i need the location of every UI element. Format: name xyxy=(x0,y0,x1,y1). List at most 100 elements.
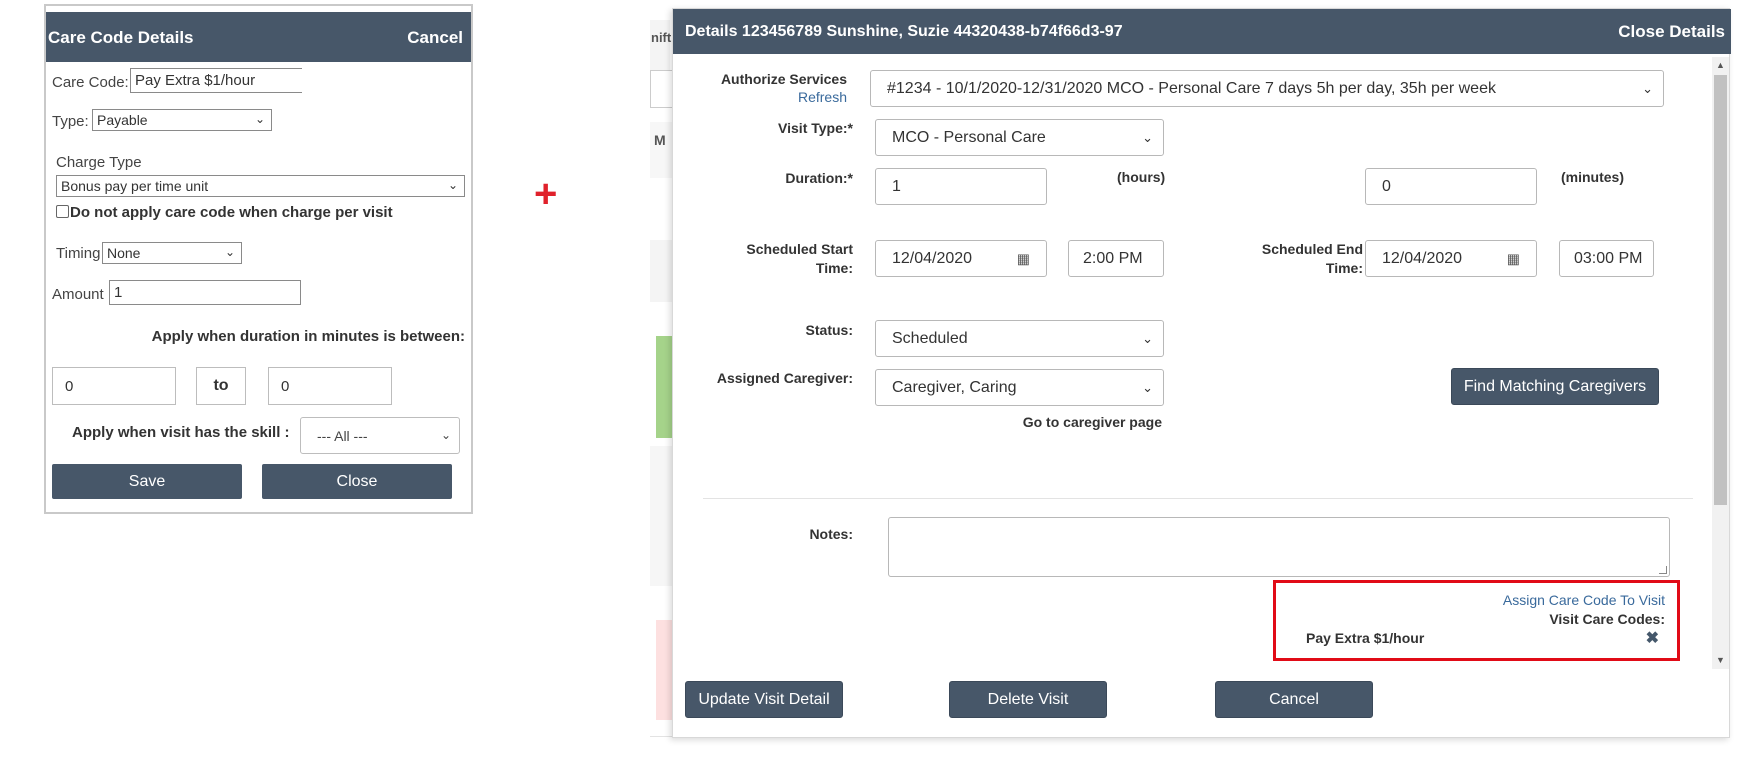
modal-scrollbar[interactable]: ▲ ▼ xyxy=(1712,57,1729,669)
refresh-link[interactable]: Refresh xyxy=(798,89,847,105)
timing-select[interactable]: None ⌄ xyxy=(102,242,242,264)
bg-row-fragment xyxy=(650,240,672,302)
max-duration-input[interactable]: 0 xyxy=(268,367,392,405)
charge-type-select[interactable]: Bonus pay per time unit ⌄ xyxy=(56,175,465,197)
visit-details-modal: Details 123456789 Sunshine, Suzie 443204… xyxy=(672,8,1731,738)
bg-text-fragment-2: M xyxy=(654,132,666,148)
bg-header-fragment: M xyxy=(650,122,672,178)
duration-minutes-input[interactable]: 0 xyxy=(1365,168,1537,205)
scheduled-end-label: Scheduled End Time: xyxy=(1261,241,1363,276)
calendar-icon[interactable]: ▦ xyxy=(1507,250,1520,267)
bg-input-fragment xyxy=(650,70,672,108)
chevron-down-icon: ⌄ xyxy=(440,428,451,442)
bg-green-bar xyxy=(656,336,672,438)
timing-value: None xyxy=(107,245,141,261)
close-details-button[interactable]: Close Details xyxy=(1618,22,1725,42)
chevron-down-icon: ⌄ xyxy=(224,245,235,259)
save-button[interactable]: Save xyxy=(52,464,242,499)
care-code-label: Care Code: xyxy=(52,74,129,91)
resize-grip-icon[interactable] xyxy=(1659,566,1667,574)
to-label: to xyxy=(196,367,246,405)
chevron-down-icon: ⌄ xyxy=(1642,80,1653,96)
care-code-cancel-button[interactable]: Cancel xyxy=(407,28,463,48)
visit-care-codes-highlight: Assign Care Code To Visit Visit Care Cod… xyxy=(1273,580,1680,661)
scroll-thumb[interactable] xyxy=(1714,75,1727,505)
duration-minutes-value: 0 xyxy=(1382,177,1391,195)
bg-tab-fragment: nift xyxy=(650,20,672,70)
end-time-input[interactable]: 03:00 PM xyxy=(1559,240,1654,277)
section-divider xyxy=(703,498,1693,499)
amount-label: Amount xyxy=(52,286,104,303)
type-select-value: Payable xyxy=(97,112,148,128)
no-apply-checkbox[interactable] xyxy=(56,205,69,218)
visit-type-label: Visit Type:* xyxy=(778,120,853,136)
chevron-down-icon: ⌄ xyxy=(1142,129,1153,145)
care-code-title: Care Code Details xyxy=(48,28,194,47)
skill-select[interactable]: --- All --- ⌄ xyxy=(300,417,460,454)
duration-hours-value: 1 xyxy=(892,177,901,195)
visit-type-select[interactable]: MCO - Personal Care ⌄ xyxy=(875,119,1164,156)
plus-sign: + xyxy=(534,172,558,216)
status-select[interactable]: Scheduled ⌄ xyxy=(875,320,1164,357)
care-code-input[interactable]: Pay Extra $1/hour xyxy=(130,68,302,93)
end-date-value: 12/04/2020 xyxy=(1382,249,1463,267)
timing-label: Timing xyxy=(56,245,101,262)
no-apply-label: Do not apply care code when charge per v… xyxy=(70,204,393,221)
care-code-item: Pay Extra $1/hour xyxy=(1306,630,1425,646)
chevron-down-icon: ⌄ xyxy=(254,112,265,126)
visit-type-value: MCO - Personal Care xyxy=(892,128,1046,146)
cancel-button[interactable]: Cancel xyxy=(1215,681,1373,718)
authorize-services-select[interactable]: #1234 - 10/1/2020-12/31/2020 MCO - Perso… xyxy=(870,70,1664,107)
skill-label: Apply when visit has the skill : xyxy=(72,424,290,441)
start-date-input[interactable]: 12/04/2020 ▦ xyxy=(875,240,1047,277)
close-button[interactable]: Close xyxy=(262,464,452,499)
calendar-icon[interactable]: ▦ xyxy=(1017,250,1030,267)
modal-header: Details 123456789 Sunshine, Suzie 443204… xyxy=(673,9,1731,54)
assigned-caregiver-label: Assigned Caregiver: xyxy=(716,370,853,386)
scroll-up-icon[interactable]: ▲ xyxy=(1716,60,1725,70)
status-value: Scheduled xyxy=(892,329,968,347)
duration-range-label: Apply when duration in minutes is betwee… xyxy=(151,328,465,345)
charge-type-label: Charge Type xyxy=(56,154,142,171)
find-matching-caregivers-button[interactable]: Find Matching Caregivers xyxy=(1451,368,1659,405)
care-code-details-panel: Care Code Details Cancel Care Code: Pay … xyxy=(44,4,473,514)
hours-unit: (hours) xyxy=(1117,169,1166,185)
bg-row-fragment-2 xyxy=(650,446,672,586)
notes-label: Notes: xyxy=(809,526,853,542)
type-select[interactable]: Payable ⌄ xyxy=(92,109,272,131)
chevron-down-icon: ⌄ xyxy=(1142,330,1153,346)
duration-label: Duration:* xyxy=(785,170,853,186)
minutes-unit: (minutes) xyxy=(1561,169,1624,185)
delete-visit-button[interactable]: Delete Visit xyxy=(949,681,1107,718)
end-date-input[interactable]: 12/04/2020 ▦ xyxy=(1365,240,1537,277)
amount-input[interactable]: 1 xyxy=(109,280,301,305)
bg-text-fragment: nift xyxy=(651,30,672,45)
charge-type-value: Bonus pay per time unit xyxy=(61,178,209,194)
update-visit-detail-button[interactable]: Update Visit Detail xyxy=(685,681,843,718)
start-time-input[interactable]: 2:00 PM xyxy=(1068,240,1164,277)
visit-care-codes-label: Visit Care Codes: xyxy=(1549,611,1665,627)
min-duration-input[interactable]: 0 xyxy=(52,367,176,405)
type-label: Type: xyxy=(52,113,89,130)
end-time-value: 03:00 PM xyxy=(1574,249,1643,267)
remove-x-icon[interactable]: ✖ xyxy=(1646,628,1659,648)
scroll-down-icon[interactable]: ▼ xyxy=(1716,655,1725,665)
go-to-caregiver-link[interactable]: Go to caregiver page xyxy=(1023,413,1162,432)
skill-value: --- All --- xyxy=(317,428,368,444)
modal-title: Details 123456789 Sunshine, Suzie 443204… xyxy=(685,23,1123,40)
duration-hours-input[interactable]: 1 xyxy=(875,168,1047,205)
start-time-value: 2:00 PM xyxy=(1083,249,1143,267)
chevron-down-icon: ⌄ xyxy=(1142,379,1153,395)
notes-textarea[interactable] xyxy=(888,517,1670,577)
status-label: Status: xyxy=(805,322,853,338)
care-code-header: Care Code Details Cancel xyxy=(46,12,471,62)
authorize-services-label: Authorize Services xyxy=(720,71,847,87)
caregiver-select[interactable]: Caregiver, Caring ⌄ xyxy=(875,369,1164,406)
caregiver-value: Caregiver, Caring xyxy=(892,378,1017,396)
bg-pink-bar xyxy=(656,620,672,720)
chevron-down-icon: ⌄ xyxy=(447,178,458,192)
start-date-value: 12/04/2020 xyxy=(892,249,973,267)
assign-care-code-link[interactable]: Assign Care Code To Visit xyxy=(1503,592,1665,608)
scheduled-start-label: Scheduled Start Time: xyxy=(746,241,853,276)
authorize-services-value: #1234 - 10/1/2020-12/31/2020 MCO - Perso… xyxy=(887,79,1496,97)
